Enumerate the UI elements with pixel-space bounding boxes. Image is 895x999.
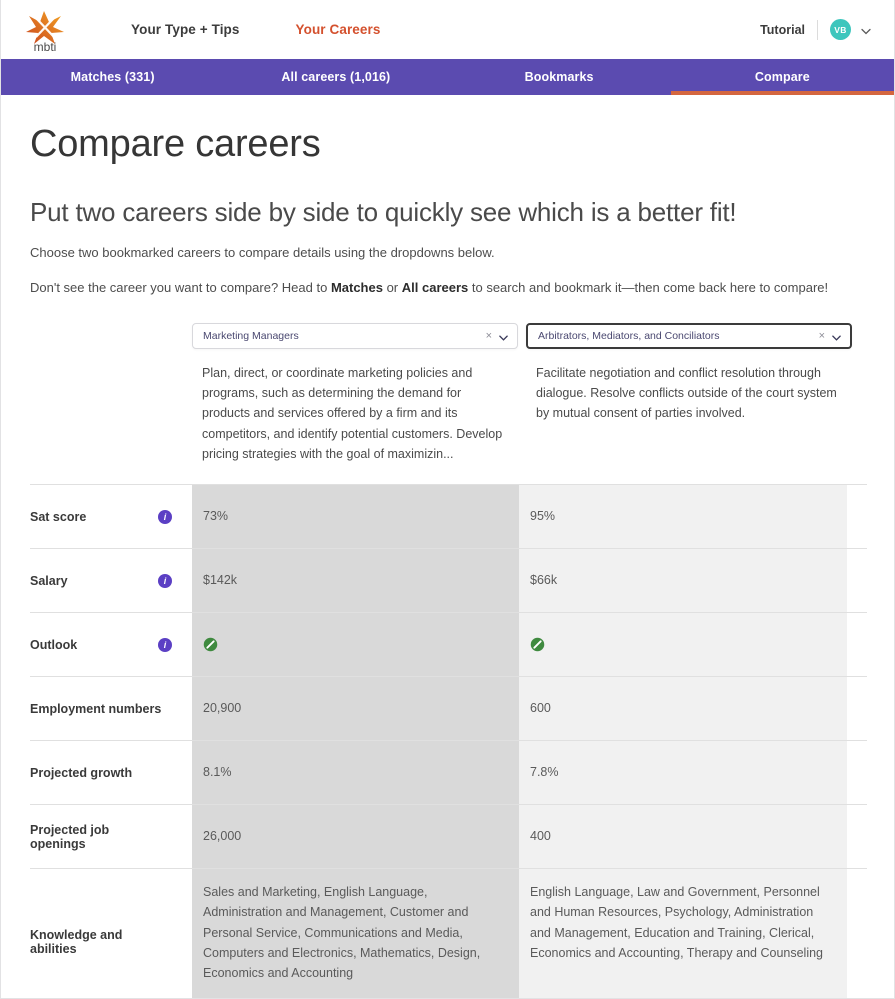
cell-right-sat-score: 95% bbox=[519, 485, 847, 549]
career-select-left-value: Marketing Managers bbox=[203, 329, 299, 342]
career-selector-row: Marketing Managers × Arbitrators, Mediat… bbox=[30, 322, 865, 349]
table-row: Employment numbers 20,900 600 bbox=[30, 676, 867, 741]
instructions-matches-link[interactable]: Matches bbox=[331, 280, 383, 295]
career-description-right: Facilitate negotiation and conflict reso… bbox=[536, 365, 837, 421]
close-icon[interactable]: × bbox=[480, 330, 498, 342]
instructions-text-b: or bbox=[382, 280, 402, 296]
table-row: Sat score i 73% 95% bbox=[30, 484, 867, 549]
cell-right-outlook bbox=[519, 613, 847, 677]
cell-left-projected-job-openings: 26,000 bbox=[192, 805, 519, 869]
chevron-down-icon[interactable] bbox=[831, 330, 842, 341]
svg-text:mbti: mbti bbox=[34, 40, 57, 53]
tab-bookmarks[interactable]: Bookmarks bbox=[448, 59, 671, 95]
top-header: mbti Your Type + Tips Your Careers Tutor… bbox=[1, 0, 894, 59]
row-label-text: Projected growth bbox=[30, 765, 133, 780]
row-label-text: Sat score bbox=[30, 509, 87, 524]
cell-left-outlook bbox=[192, 613, 519, 677]
row-label-text: Employment numbers bbox=[30, 701, 162, 716]
chevron-down-icon[interactable] bbox=[498, 330, 509, 341]
career-description-left: Plan, direct, or coordinate marketing po… bbox=[202, 365, 503, 461]
top-header-right: Tutorial VB bbox=[760, 0, 872, 59]
instructions-text-c: to search and bookmark it—then come back… bbox=[468, 280, 829, 296]
cell-right-projected-growth: 7.8% bbox=[519, 741, 847, 805]
career-select-right-value: Arbitrators, Mediators, and Conciliators bbox=[538, 329, 720, 342]
mbti-logo[interactable]: mbti bbox=[23, 7, 67, 53]
instructions-all-careers-link[interactable]: All careers bbox=[402, 280, 469, 295]
table-row: Projected job openings 26,000 400 bbox=[30, 804, 867, 869]
app-page: mbti Your Type + Tips Your Careers Tutor… bbox=[0, 0, 895, 999]
page-title: Compare careers bbox=[30, 123, 321, 165]
info-icon[interactable]: i bbox=[158, 637, 172, 652]
cell-right-projected-job-openings: 400 bbox=[519, 805, 847, 869]
row-label-sat-score: Sat score i bbox=[30, 485, 192, 548]
cell-right-employment-numbers: 600 bbox=[519, 677, 847, 741]
cell-right-knowledge-and-abilities: English Language, Law and Government, Pe… bbox=[519, 869, 847, 998]
primary-nav: Your Type + Tips Your Careers bbox=[103, 22, 409, 37]
mbti-logo-mark: mbti bbox=[26, 10, 64, 53]
table-row: Knowledge and abilities Sales and Market… bbox=[30, 868, 867, 998]
info-icon[interactable]: i bbox=[158, 573, 172, 588]
chevron-down-icon[interactable] bbox=[860, 24, 872, 36]
cell-left-knowledge-and-abilities: Sales and Marketing, English Language, A… bbox=[192, 869, 519, 998]
cell-right-salary: $66k bbox=[519, 549, 847, 613]
nav-your-careers[interactable]: Your Careers bbox=[268, 22, 409, 37]
tab-matches[interactable]: Matches (331) bbox=[1, 59, 224, 95]
table-row: Salary i $142k $66k bbox=[30, 548, 867, 613]
row-label-outlook: Outlook i bbox=[30, 613, 192, 676]
compare-table: Sat score i 73% 95% Salary i $142k $66k … bbox=[30, 484, 867, 998]
row-label-text: Outlook bbox=[30, 637, 78, 652]
table-row: Outlook i bbox=[30, 612, 867, 677]
outlook-bright-icon bbox=[530, 637, 545, 652]
instructions-line-2: Don't see the career you want to compare… bbox=[30, 279, 865, 297]
row-label-salary: Salary i bbox=[30, 549, 192, 612]
instructions-text-a: Don't see the career you want to compare… bbox=[30, 280, 331, 296]
row-label-text: Salary bbox=[30, 573, 68, 588]
cell-left-sat-score: 73% bbox=[192, 485, 519, 549]
main-content: Compare careers Put two careers side by … bbox=[1, 123, 894, 998]
page-subtitle: Put two careers side by side to quickly … bbox=[30, 196, 737, 227]
tab-all-careers[interactable]: All careers (1,016) bbox=[224, 59, 447, 95]
tab-compare[interactable]: Compare bbox=[670, 59, 894, 95]
close-icon[interactable]: × bbox=[813, 330, 831, 342]
career-descriptions: Plan, direct, or coordinate marketing po… bbox=[30, 363, 865, 464]
cell-left-employment-numbers: 20,900 bbox=[192, 677, 519, 741]
row-label-text: Projected job openings bbox=[30, 822, 110, 851]
outlook-bright-icon bbox=[203, 637, 218, 652]
row-label-projected-growth: Projected growth bbox=[30, 741, 192, 804]
avatar[interactable]: VB bbox=[830, 19, 851, 40]
row-label-projected-job-openings: Projected job openings bbox=[30, 805, 192, 868]
nav-your-type-tips[interactable]: Your Type + Tips bbox=[103, 22, 268, 37]
career-select-left[interactable]: Marketing Managers × bbox=[192, 322, 518, 349]
tutorial-link[interactable]: Tutorial bbox=[760, 19, 818, 40]
info-icon[interactable]: i bbox=[158, 509, 172, 524]
career-select-right[interactable]: Arbitrators, Mediators, and Conciliators… bbox=[526, 322, 852, 349]
cell-left-projected-growth: 8.1% bbox=[192, 741, 519, 805]
row-label-knowledge-and-abilities: Knowledge and abilities bbox=[30, 869, 192, 998]
cell-left-salary: $142k bbox=[192, 549, 519, 613]
instructions-line-1: Choose two bookmarked careers to compare… bbox=[30, 244, 495, 260]
row-label-text: Knowledge and abilities bbox=[30, 928, 123, 957]
row-label-employment-numbers: Employment numbers bbox=[30, 677, 192, 740]
table-row: Projected growth 8.1% 7.8% bbox=[30, 740, 867, 805]
section-tabs: Matches (331) All careers (1,016) Bookma… bbox=[1, 59, 894, 95]
